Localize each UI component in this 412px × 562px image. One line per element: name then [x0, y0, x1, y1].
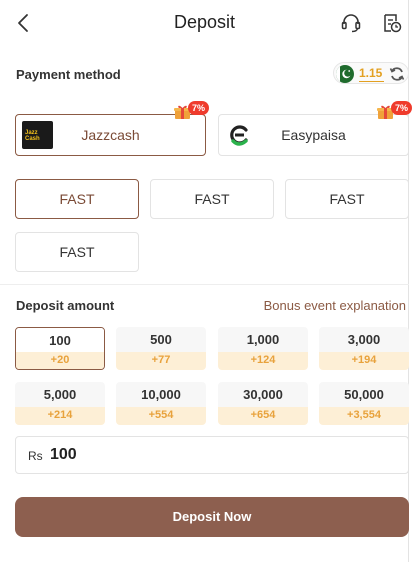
deposit-record-icon[interactable]: [381, 12, 403, 34]
amount-bonus: +654: [218, 407, 308, 425]
channel-option[interactable]: FAST: [285, 179, 409, 219]
promo-tag: 7%: [377, 101, 412, 121]
amount-option[interactable]: 50,000 +3,554: [319, 382, 409, 425]
amount-bonus: +77: [116, 352, 206, 370]
payment-method-label: Payment method: [16, 67, 121, 82]
amount-value: 1,000: [218, 327, 308, 352]
payment-option-label: Easypaisa: [281, 127, 346, 143]
deposit-amount-input[interactable]: Rs 100: [15, 436, 409, 474]
amount-option[interactable]: 10,000 +554: [116, 382, 206, 425]
customer-support-icon[interactable]: [340, 12, 362, 34]
balance-underline: [359, 81, 384, 82]
amount-option[interactable]: 3,000 +194: [319, 327, 409, 370]
amount-option[interactable]: 500 +77: [116, 327, 206, 370]
channel-option[interactable]: FAST: [150, 179, 274, 219]
amount-option[interactable]: 1,000 +124: [218, 327, 308, 370]
payment-option-label: Jazzcash: [81, 127, 140, 143]
deposit-now-button[interactable]: Deposit Now: [15, 497, 409, 537]
amount-value: 30,000: [218, 382, 308, 407]
balance-pill: 1.15: [333, 62, 409, 84]
currency-label: Rs: [28, 449, 43, 463]
amount-bonus: +554: [116, 407, 206, 425]
promo-badge: 7%: [188, 101, 210, 115]
amount-value: 100: [16, 328, 104, 353]
amount-bonus: +20: [16, 352, 104, 369]
channel-option[interactable]: FAST: [15, 232, 139, 272]
amount-bonus: +214: [15, 407, 105, 425]
amount-bonus: +3,554: [319, 407, 409, 425]
section-divider: [0, 284, 409, 285]
pakistan-flag-icon: [336, 65, 354, 83]
deposit-amount-label: Deposit amount: [16, 298, 115, 313]
amount-option[interactable]: 30,000 +654: [218, 382, 308, 425]
promo-tag: 7%: [174, 101, 214, 121]
amount-value: 10,000: [116, 382, 206, 407]
amount-value: 3,000: [319, 327, 409, 352]
amount-bonus: +194: [319, 352, 409, 370]
promo-badge: 7%: [391, 101, 412, 115]
amount-option[interactable]: 5,000 +214: [15, 382, 105, 425]
channel-option[interactable]: FAST: [15, 179, 139, 219]
amount-value: 50,000: [319, 382, 409, 407]
balance-value: 1.15: [359, 66, 383, 80]
refresh-icon[interactable]: [389, 66, 405, 82]
deposit-page: Deposit Payment method 1.15 Jazz Cash Ja…: [0, 0, 412, 562]
header: Deposit: [0, 0, 409, 46]
amount-input-value: 100: [50, 446, 77, 463]
amount-value: 500: [116, 327, 206, 352]
amount-value: 5,000: [15, 382, 105, 407]
amount-bonus: +124: [218, 352, 308, 370]
bonus-event-link[interactable]: Bonus event explanation: [264, 298, 406, 313]
amount-option[interactable]: 100 +20: [15, 327, 105, 370]
